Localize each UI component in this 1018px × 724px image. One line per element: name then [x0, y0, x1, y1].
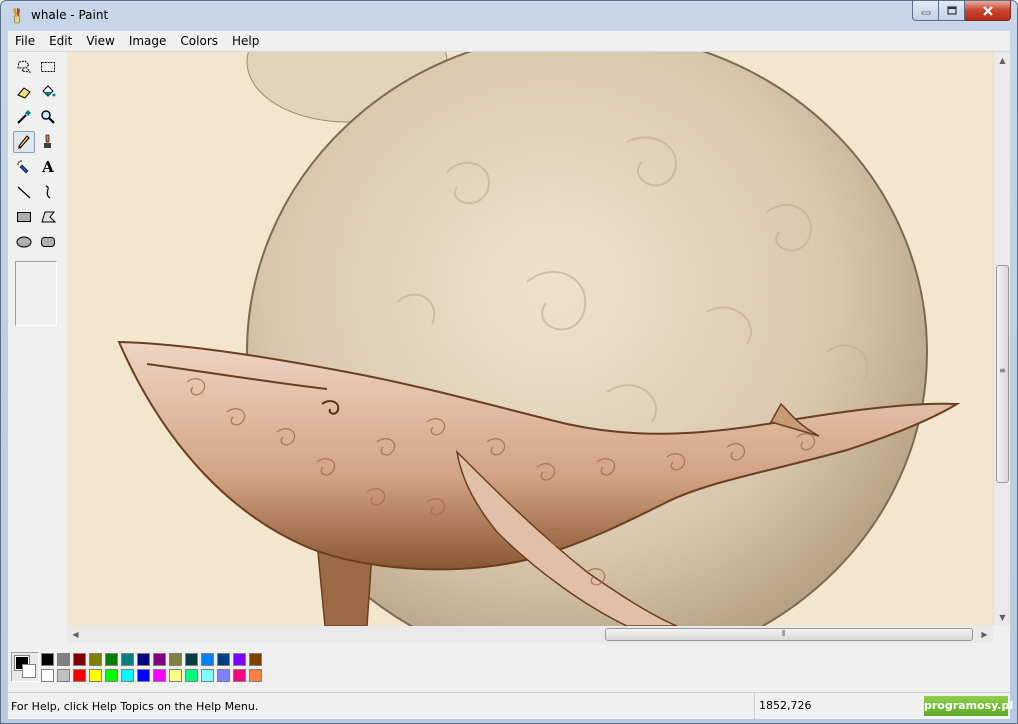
polygon-icon [41, 211, 56, 223]
rounded-rectangle-icon [41, 237, 55, 247]
magnifier-icon [41, 110, 55, 124]
palette-swatch[interactable] [89, 653, 102, 666]
palette-swatch[interactable] [185, 669, 198, 682]
scroll-down-arrow-icon[interactable]: ▼ [994, 609, 1011, 626]
palette-swatch[interactable] [137, 669, 150, 682]
horizontal-scroll-thumb[interactable]: ⦀ [605, 628, 973, 641]
fill-tool[interactable] [37, 81, 59, 103]
palette-swatch[interactable] [217, 653, 230, 666]
toolbox: A [8, 52, 66, 642]
minimize-icon [921, 11, 930, 14]
line-tool[interactable] [13, 181, 35, 203]
line-icon [17, 186, 31, 199]
select-icon [41, 62, 55, 72]
text-tool[interactable]: A [37, 156, 59, 178]
airbrush-tool[interactable] [13, 156, 35, 178]
paint-window: whale - Paint File Edit View Image Color… [0, 0, 1018, 724]
cursor-coordinates: 1852,726 [754, 693, 884, 719]
scroll-left-arrow-icon[interactable]: ◀ [67, 626, 84, 643]
menu-bar: File Edit View Image Colors Help [8, 31, 1010, 52]
text-icon: A [42, 158, 54, 176]
brand-watermark: programosy.pl [924, 696, 1013, 716]
current-colors[interactable] [11, 652, 39, 682]
palette-swatch[interactable] [105, 669, 118, 682]
pencil-icon [18, 135, 30, 149]
maximize-button[interactable] [939, 1, 965, 21]
palette-swatch[interactable] [57, 669, 70, 682]
close-button[interactable] [965, 1, 1011, 21]
window-title: whale - Paint [31, 8, 109, 22]
palette-swatch[interactable] [89, 669, 102, 682]
whale-image [67, 52, 993, 626]
close-icon [982, 5, 993, 16]
scroll-up-arrow-icon[interactable]: ▲ [994, 52, 1011, 69]
menu-file[interactable]: File [8, 31, 42, 51]
eraser-tool[interactable] [13, 81, 35, 103]
eraser-icon [17, 87, 31, 99]
brush-tool[interactable] [37, 131, 59, 153]
palette-swatch[interactable] [201, 653, 214, 666]
brush-icon [44, 134, 51, 148]
grip-icon: ⦀ [782, 629, 786, 638]
background-color [22, 664, 36, 678]
pick-color-tool[interactable] [13, 106, 35, 128]
vertical-scrollbar[interactable]: ▲ ≡ ▼ [993, 52, 1010, 626]
color-palette [8, 648, 1010, 690]
palette-swatch[interactable] [249, 669, 262, 682]
magnifier-tool[interactable] [37, 106, 59, 128]
tool-options-box[interactable] [15, 261, 57, 326]
palette-swatch[interactable] [153, 653, 166, 666]
palette-swatch[interactable] [249, 653, 262, 666]
airbrush-icon [17, 160, 29, 174]
fill-with-color-icon [42, 85, 56, 97]
paint-app-icon [13, 8, 21, 24]
palette-swatch[interactable] [217, 669, 230, 682]
palette-swatch[interactable] [153, 669, 166, 682]
polygon-tool[interactable] [37, 206, 59, 228]
palette-swatch[interactable] [185, 653, 198, 666]
palette-swatch[interactable] [41, 669, 54, 682]
palette-swatch[interactable] [233, 669, 246, 682]
palette-swatch[interactable] [201, 669, 214, 682]
scroll-right-arrow-icon[interactable]: ▶ [976, 626, 993, 643]
rounded-rectangle-tool[interactable] [37, 231, 59, 253]
free-form-select-tool[interactable] [13, 56, 35, 78]
rectangle-icon [17, 212, 31, 222]
minimize-button[interactable] [912, 1, 939, 21]
pencil-tool[interactable] [13, 131, 35, 153]
grip-icon: ≡ [999, 366, 1006, 375]
curve-tool[interactable] [37, 181, 59, 203]
maximize-icon [946, 6, 957, 15]
palette-swatch[interactable] [73, 653, 86, 666]
menu-help[interactable]: Help [225, 31, 266, 51]
palette-swatch[interactable] [137, 653, 150, 666]
palette-swatch[interactable] [57, 653, 70, 666]
palette-swatch[interactable] [169, 653, 182, 666]
status-bar: For Help, click Help Topics on the Help … [8, 692, 1013, 719]
menu-image[interactable]: Image [122, 31, 174, 51]
palette-swatch[interactable] [105, 653, 118, 666]
select-tool[interactable] [37, 56, 59, 78]
curve-icon [45, 185, 51, 199]
title-bar[interactable]: whale - Paint [1, 1, 1017, 31]
menu-colors[interactable]: Colors [173, 31, 225, 51]
palette-swatch[interactable] [169, 669, 182, 682]
menu-view[interactable]: View [79, 31, 121, 51]
palette-swatch[interactable] [41, 653, 54, 666]
palette-swatch[interactable] [73, 669, 86, 682]
ellipse-tool[interactable] [13, 231, 35, 253]
palette-swatch[interactable] [121, 669, 134, 682]
horizontal-scrollbar[interactable]: ◀ ⦀ ▶ [67, 626, 993, 643]
ellipse-icon [16, 236, 32, 248]
pick-color-icon [17, 110, 31, 124]
status-help-text: For Help, click Help Topics on the Help … [11, 700, 259, 713]
palette-swatch[interactable] [233, 653, 246, 666]
vertical-scroll-thumb[interactable]: ≡ [996, 265, 1009, 483]
palette-swatch[interactable] [121, 653, 134, 666]
rectangle-tool[interactable] [13, 206, 35, 228]
menu-edit[interactable]: Edit [42, 31, 79, 51]
free-form-select-icon [17, 60, 32, 73]
canvas[interactable] [67, 52, 993, 626]
client-area: A ▲ ≡ ▼ ◀ ⦀ ▶ [8, 52, 1010, 692]
